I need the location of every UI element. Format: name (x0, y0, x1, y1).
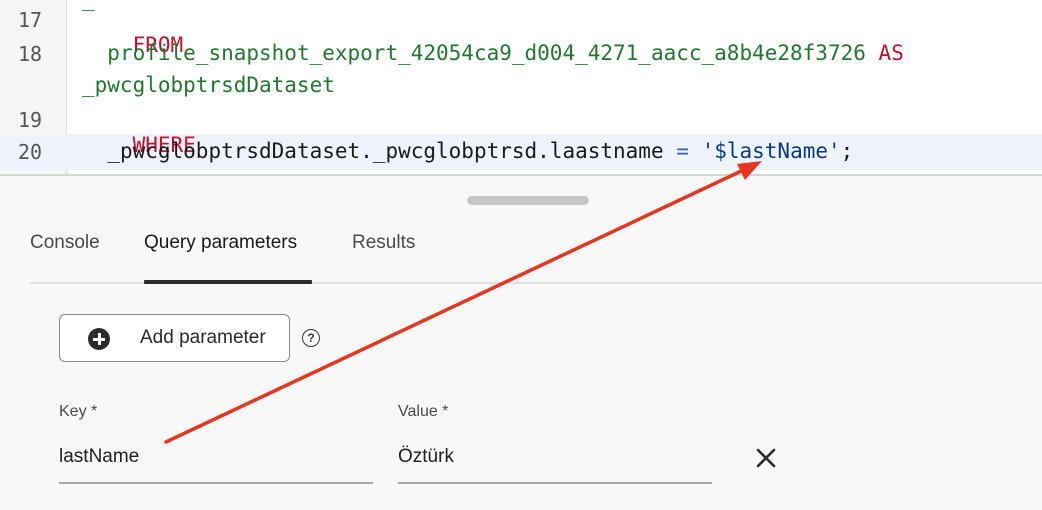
help-icon[interactable]: ? (302, 329, 320, 347)
sql-editor[interactable]: _ 17 FROM 18 profile_snapshot_export_420… (0, 0, 1042, 174)
statement-terminator: ; (840, 139, 854, 163)
table-name: profile_snapshot_export_42054ca9_d004_42… (107, 41, 866, 65)
line-number: 18 (18, 42, 43, 66)
tab-results[interactable]: Results (352, 232, 415, 254)
code-line-18: profile_snapshot_export_42054ca9_d004_42… (82, 40, 904, 66)
bottom-panel: Console Query parameters Results Add par… (0, 176, 1042, 510)
key-label: Key * (59, 403, 98, 420)
close-icon[interactable] (754, 446, 778, 470)
key-field[interactable]: lastName (59, 446, 139, 468)
parameter-placeholder: '$lastName' (701, 139, 841, 163)
value-label: Value * (398, 403, 449, 420)
sql-keyword-as: AS (878, 41, 904, 65)
key-field-underline (59, 482, 373, 484)
value-field[interactable]: Öztürk (398, 446, 454, 468)
value-field-underline (398, 482, 712, 484)
tab-console[interactable]: Console (30, 232, 100, 254)
active-tab-indicator (144, 280, 312, 284)
add-parameter-button[interactable]: Add parameter (59, 314, 290, 362)
column-reference: _pwcglobptrsdDataset._pwcglobptrsd.laast… (107, 139, 664, 163)
tab-query-parameters[interactable]: Query parameters (144, 232, 297, 254)
table-alias: _pwcglobptrsdDataset (82, 73, 335, 97)
plus-circle-icon (88, 328, 110, 350)
code-line-20: _pwcglobptrsdDataset._pwcglobptrsd.laast… (82, 138, 853, 164)
resize-handle[interactable] (467, 196, 589, 205)
line-number: 19 (18, 108, 43, 132)
add-parameter-label: Add parameter (140, 327, 266, 348)
operator: = (676, 139, 689, 163)
line-number: 20 (18, 140, 43, 164)
line-number: 17 (18, 8, 43, 32)
